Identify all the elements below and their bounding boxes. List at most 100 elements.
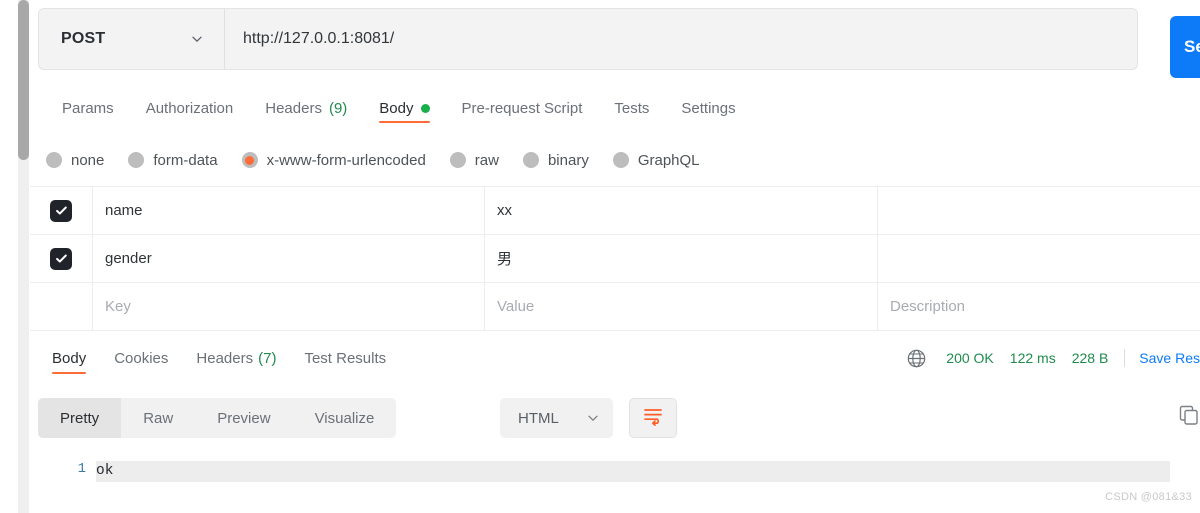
param-description-input[interactable] — [878, 187, 1200, 234]
radio-icon — [523, 152, 539, 168]
view-mode-raw[interactable]: Raw — [121, 398, 195, 438]
copy-icon — [1178, 404, 1200, 430]
tab-tests[interactable]: Tests — [598, 88, 665, 124]
table-row: gender 男 — [30, 235, 1200, 283]
radio-x-www-form-urlencoded[interactable]: x-www-form-urlencoded — [242, 152, 426, 169]
tab-label: Cookies — [114, 350, 168, 367]
radio-binary[interactable]: binary — [523, 152, 589, 169]
tab-label: Headers — [265, 100, 322, 117]
radio-label: none — [71, 152, 104, 169]
radio-graphql[interactable]: GraphQL — [613, 152, 700, 169]
tab-pre-request-script[interactable]: Pre-request Script — [446, 88, 599, 124]
param-description-input-placeholder[interactable]: Description — [878, 283, 1200, 330]
code-line-text[interactable]: ok — [96, 461, 1170, 482]
response-tab-bar: Body Cookies Headers (7) Test Results — [38, 340, 400, 374]
row-enabled-checkbox[interactable] — [30, 187, 93, 234]
tab-label: Headers — [196, 350, 253, 367]
tab-label: Pre-request Script — [462, 100, 583, 117]
wrap-text-icon — [642, 406, 664, 430]
radio-label: binary — [548, 152, 589, 169]
response-tab-body[interactable]: Body — [38, 340, 100, 374]
radio-label: GraphQL — [638, 152, 700, 169]
view-mode-pretty[interactable]: Pretty — [38, 398, 121, 438]
line-number: 1 — [30, 461, 86, 477]
response-body-code: 1 ok — [30, 450, 1200, 513]
tab-headers[interactable]: Headers (9) — [249, 88, 363, 124]
active-tab-underline — [379, 121, 429, 124]
radio-icon-selected — [242, 152, 258, 168]
status-code: 200 OK — [946, 350, 993, 366]
method-select[interactable]: POST — [39, 9, 225, 69]
radio-form-data[interactable]: form-data — [128, 152, 217, 169]
response-tab-test-results[interactable]: Test Results — [290, 340, 400, 374]
urlencoded-params-table: name xx gender 男 Key Value Description — [30, 186, 1200, 331]
response-tab-headers[interactable]: Headers (7) — [182, 340, 290, 374]
tab-settings[interactable]: Settings — [665, 88, 751, 124]
line-number-gutter: 1 — [30, 450, 96, 513]
tab-label: Test Results — [304, 350, 386, 367]
copy-response-button[interactable] — [1176, 404, 1200, 430]
checkbox-checked-icon — [50, 200, 72, 222]
row-enabled-checkbox[interactable] — [30, 283, 93, 330]
param-key-input[interactable]: gender — [93, 235, 485, 282]
tab-params[interactable]: Params — [46, 88, 130, 124]
table-row-empty: Key Value Description — [30, 283, 1200, 331]
response-tab-cookies[interactable]: Cookies — [100, 340, 182, 374]
checkbox-checked-icon — [50, 248, 72, 270]
send-button[interactable]: Send — [1170, 16, 1200, 78]
param-value-input-placeholder[interactable]: Value — [485, 283, 878, 330]
globe-icon[interactable] — [907, 349, 926, 368]
radio-raw[interactable]: raw — [450, 152, 499, 169]
headers-count: (9) — [329, 100, 347, 117]
radio-icon — [128, 152, 144, 168]
tab-label: Body — [379, 100, 413, 117]
active-tab-underline — [52, 372, 86, 375]
tab-label: Authorization — [146, 100, 234, 117]
param-key-input-placeholder[interactable]: Key — [93, 283, 485, 330]
radio-label: x-www-form-urlencoded — [267, 152, 426, 169]
response-body-toolbar: Pretty Raw Preview Visualize HTML — [30, 392, 1200, 444]
radio-none[interactable]: none — [46, 152, 104, 169]
radio-icon — [613, 152, 629, 168]
response-headers-count: (7) — [258, 350, 276, 367]
tab-label: Settings — [681, 100, 735, 117]
postman-request-pane: POST http://127.0.0.1:8081/ Send Params … — [30, 0, 1200, 513]
response-format-select[interactable]: HTML — [500, 398, 613, 438]
tab-label: Tests — [614, 100, 649, 117]
tab-body[interactable]: Body — [363, 88, 445, 124]
watermark: CSDN @081&33 — [1105, 491, 1192, 503]
radio-label: form-data — [153, 152, 217, 169]
param-key-input[interactable]: name — [93, 187, 485, 234]
method-url-group: POST http://127.0.0.1:8081/ — [38, 8, 1138, 70]
view-mode-visualize[interactable]: Visualize — [293, 398, 397, 438]
param-value-input[interactable]: 男 — [485, 235, 878, 282]
page-scrollbar-thumb[interactable] — [18, 0, 29, 160]
page-scrollbar[interactable] — [18, 0, 29, 513]
chevron-down-icon — [190, 32, 204, 46]
row-enabled-checkbox[interactable] — [30, 235, 93, 282]
tab-label: Params — [62, 100, 114, 117]
meta-divider — [1124, 349, 1125, 367]
request-tab-bar: Params Authorization Headers (9) Body Pr… — [46, 88, 752, 130]
response-view-mode-group: Pretty Raw Preview Visualize — [38, 398, 396, 438]
code-line-row: ok — [96, 450, 1200, 513]
chevron-down-icon — [586, 411, 600, 425]
method-label: POST — [61, 30, 105, 48]
radio-icon — [46, 152, 62, 168]
radio-icon — [450, 152, 466, 168]
save-response-button[interactable]: Save Res — [1139, 350, 1200, 366]
table-row: name xx — [30, 187, 1200, 235]
response-meta-bar: 200 OK 122 ms 228 B Save Res — [907, 344, 1200, 372]
param-value-input[interactable]: xx — [485, 187, 878, 234]
url-input[interactable]: http://127.0.0.1:8081/ — [225, 9, 1137, 69]
view-mode-preview[interactable]: Preview — [195, 398, 292, 438]
response-format-value: HTML — [518, 410, 559, 427]
response-time: 122 ms — [1010, 350, 1056, 366]
tab-authorization[interactable]: Authorization — [130, 88, 250, 124]
radio-label: raw — [475, 152, 499, 169]
tab-label: Body — [52, 350, 86, 367]
param-description-input[interactable] — [878, 235, 1200, 282]
response-size: 228 B — [1072, 350, 1109, 366]
wrap-text-toggle[interactable] — [629, 398, 677, 438]
url-bar: POST http://127.0.0.1:8081/ Send — [30, 8, 1200, 70]
